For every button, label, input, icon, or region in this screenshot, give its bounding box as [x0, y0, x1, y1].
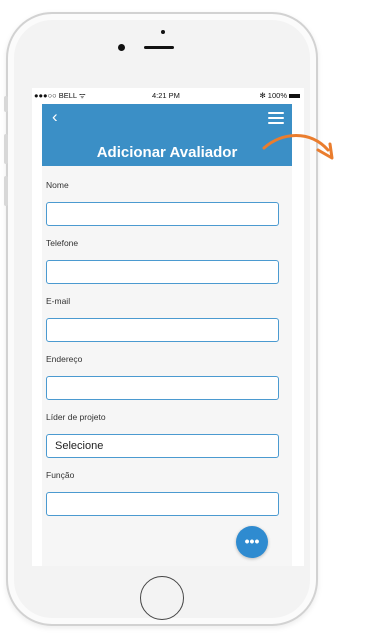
more-options-icon: •••: [244, 533, 260, 549]
phone-field[interactable]: [46, 260, 279, 284]
name-field[interactable]: [46, 202, 279, 226]
curved-arrow-icon: [262, 134, 334, 160]
app-header: ‹ Adicionar Avaliador: [42, 104, 292, 166]
chevron-left-icon: ‹: [52, 107, 58, 126]
project-leader-select-value: Selecione: [55, 440, 104, 452]
page-title: Adicionar Avaliador: [96, 144, 238, 161]
phone-mute-switch: [4, 96, 8, 112]
email-label: E-mail: [46, 296, 71, 306]
status-battery: ✻ 100%: [259, 91, 300, 100]
phone-volume-up-button: [4, 134, 8, 164]
battery-label: ✻ 100%: [259, 91, 287, 100]
role-label: Função: [46, 470, 75, 480]
status-carrier: ●●●○○ BELL ᯤ: [34, 91, 86, 100]
project-leader-select[interactable]: Selecione: [46, 434, 279, 458]
back-button[interactable]: ‹: [52, 108, 58, 126]
phone-speaker: [144, 46, 174, 49]
phone-volume-down-button: [4, 176, 8, 206]
battery-icon: [289, 94, 300, 99]
more-options-button[interactable]: •••: [236, 526, 268, 558]
status-bar: ●●●○○ BELL ᯤ 4:21 PM ✻ 100%: [32, 88, 304, 102]
phone-camera: [118, 44, 125, 51]
add-evaluator-form: Nome Telefone E-mail Endereço Líder de p…: [42, 166, 292, 566]
phone-sensor: [161, 30, 165, 34]
project-leader-label: Líder de projeto: [46, 412, 106, 422]
name-label: Nome: [46, 180, 69, 190]
status-time: 4:21 PM: [152, 91, 180, 100]
role-field[interactable]: [46, 492, 279, 516]
address-field[interactable]: [46, 376, 279, 400]
phone-label: Telefone: [46, 238, 79, 248]
phone-home-button: [140, 576, 184, 620]
email-field[interactable]: [46, 318, 279, 342]
hamburger-menu-icon[interactable]: [268, 112, 284, 124]
address-label: Endereço: [46, 354, 83, 364]
